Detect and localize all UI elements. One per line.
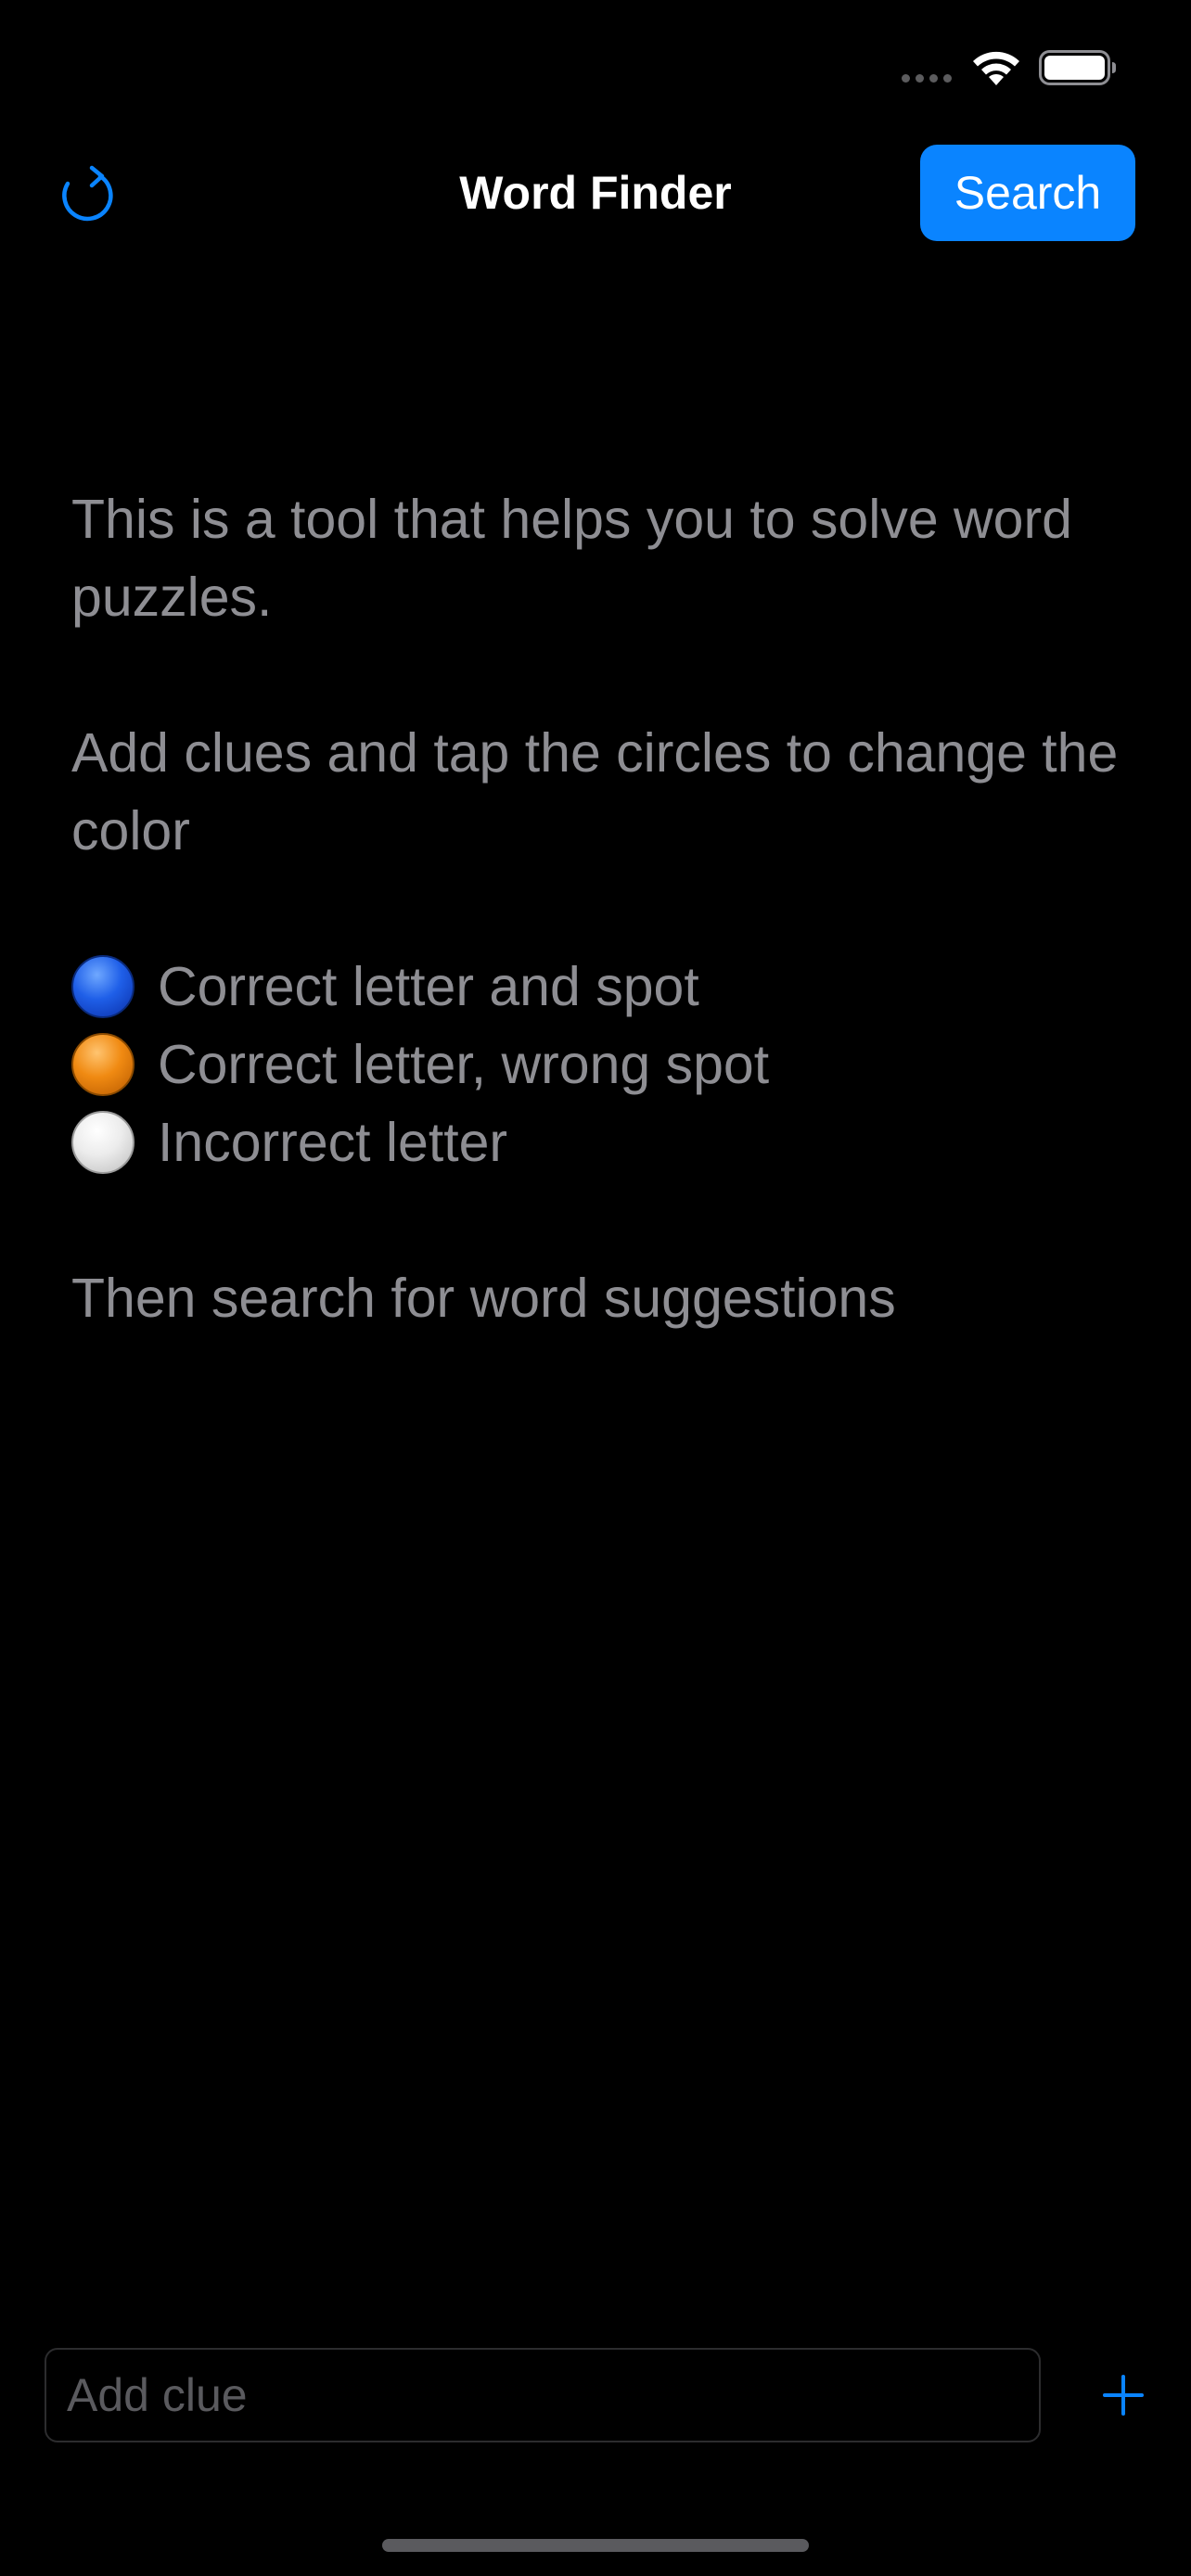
navigation-bar: Word Finder Search	[0, 139, 1191, 247]
instructions: This is a tool that helps you to solve w…	[71, 480, 1138, 1337]
home-indicator[interactable]	[382, 2539, 809, 2552]
orange-circle-icon	[71, 1033, 134, 1096]
instructions-paragraph: Add clues and tap the circles to change …	[71, 722, 1119, 861]
legend-item-misplaced: Correct letter, wrong spot	[71, 1026, 1138, 1103]
wifi-icon	[973, 51, 1019, 85]
blue-circle-icon	[71, 955, 134, 1018]
search-button[interactable]: Search	[920, 145, 1135, 241]
status-bar	[0, 0, 1191, 139]
legend-item-correct: Correct letter and spot	[71, 948, 1138, 1026]
intro-paragraph: This is a tool that helps you to solve w…	[71, 489, 1072, 628]
clue-entry-bar	[0, 2348, 1191, 2444]
clue-input[interactable]	[45, 2348, 1041, 2442]
battery-icon	[1039, 50, 1116, 85]
legend-label: Correct letter and spot	[158, 956, 699, 1017]
legend-item-incorrect: Incorrect letter	[71, 1103, 1138, 1181]
legend-label: Incorrect letter	[158, 1112, 508, 1173]
white-circle-icon	[71, 1111, 134, 1174]
legend-label: Correct letter, wrong spot	[158, 1034, 770, 1095]
add-clue-button[interactable]	[1093, 2365, 1154, 2426]
search-hint-paragraph: Then search for word suggestions	[71, 1268, 896, 1329]
plus-icon	[1103, 2375, 1144, 2416]
cellular-signal-icon	[902, 74, 952, 83]
